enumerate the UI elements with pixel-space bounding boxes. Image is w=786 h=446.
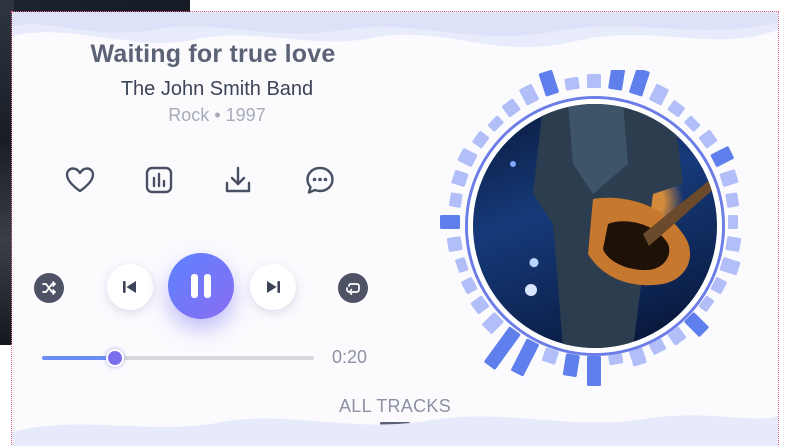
skip-next-icon — [267, 281, 280, 293]
visualizer-bar — [440, 215, 460, 229]
visualizer-bar — [470, 295, 490, 315]
comment-button[interactable] — [302, 162, 338, 198]
download-icon — [225, 166, 251, 193]
skip-previous-icon — [123, 281, 136, 293]
visualizer-bar — [587, 74, 601, 88]
visualizer-bar — [667, 326, 687, 346]
visualizer-bar — [649, 338, 667, 355]
visualizer-bar — [448, 192, 463, 208]
artist-name: The John Smith Band — [120, 78, 314, 100]
shuffle-button[interactable] — [34, 273, 64, 303]
visualizer-bar — [511, 338, 539, 377]
download-button[interactable] — [220, 162, 256, 198]
visualizer-bar — [564, 76, 580, 91]
visualizer-bar — [710, 146, 734, 167]
visualizer-bar — [541, 347, 559, 365]
visualizer-bar — [719, 257, 741, 276]
meta-separator: • — [214, 105, 221, 125]
visualizer-bar — [667, 100, 685, 118]
visualizer-bar — [684, 312, 709, 337]
track-title: Waiting for true love — [90, 40, 336, 68]
visualizer-bar — [710, 277, 727, 295]
visualizer-bar — [725, 192, 740, 208]
visualizer-bar — [562, 353, 580, 377]
heart-icon — [65, 167, 95, 193]
visualizer-bar — [629, 347, 647, 367]
shuffle-icon — [42, 281, 56, 295]
progress-bar[interactable] — [42, 349, 314, 367]
guitarist-image — [510, 104, 717, 348]
music-player-card: Waiting for true love The John Smith Ban… — [11, 11, 779, 446]
album-art — [468, 99, 722, 353]
visualizer-bar — [446, 236, 463, 252]
play-pause-button[interactable] — [168, 253, 234, 319]
visualizer-bar — [649, 83, 669, 106]
visualizer-bar — [698, 129, 718, 149]
visualizer-bar — [608, 353, 624, 366]
equalizer-icon — [145, 166, 173, 194]
like-button[interactable] — [62, 162, 98, 198]
next-button[interactable] — [250, 264, 296, 310]
year-label: 1997 — [225, 105, 266, 125]
visualizer-bar — [501, 98, 521, 118]
progress-knob[interactable] — [106, 349, 125, 367]
visualizer-bar — [519, 83, 539, 106]
track-meta: Rock • 1997 — [12, 105, 422, 126]
progress-fill — [42, 356, 116, 360]
equalizer-button[interactable] — [141, 162, 177, 198]
visualizer-bar — [728, 215, 738, 229]
visualizer-bar — [719, 169, 739, 187]
visualizer-bar — [698, 295, 715, 312]
pause-icon — [191, 274, 211, 298]
visualizer-bar — [538, 70, 559, 97]
visualizer-bar — [455, 257, 469, 273]
visualizer-bar — [461, 277, 478, 295]
visualizer-bar — [487, 115, 504, 132]
visualizer-bar — [684, 115, 701, 132]
current-time: 0:20 — [332, 347, 368, 367]
repeat-icon — [346, 283, 360, 296]
visualizer-bar — [587, 356, 601, 386]
visualizer-bar — [725, 236, 742, 252]
visualizer-bar — [472, 131, 490, 149]
visualizer-bar — [482, 312, 504, 334]
decorative-wave-bottom — [12, 415, 778, 446]
genre-label: Rock — [168, 105, 210, 125]
visualizer-bar — [451, 169, 469, 187]
previous-button[interactable] — [107, 264, 153, 310]
visualizer-bar — [629, 70, 650, 97]
repeat-button[interactable] — [338, 273, 368, 303]
visualizer-bar — [457, 148, 478, 167]
visualizer-bar — [608, 70, 626, 91]
chat-icon — [306, 166, 334, 194]
